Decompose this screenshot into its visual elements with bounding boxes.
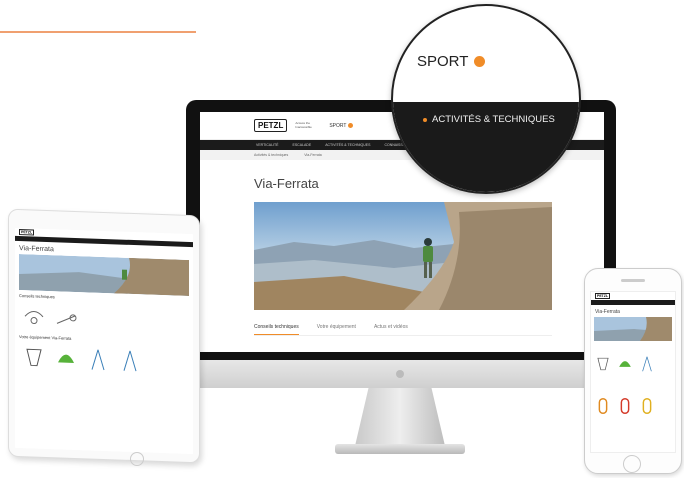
lanyard-icon bbox=[642, 356, 652, 372]
harness-icon bbox=[26, 348, 42, 367]
tab-actus[interactable]: Actus et vidéos bbox=[374, 324, 408, 335]
breadcrumb-item[interactable]: Activités & techniques bbox=[254, 153, 288, 157]
tablet-device: PETZL Via-Ferrata Conseils techniques Vo… bbox=[8, 208, 230, 476]
bullet-icon bbox=[423, 117, 427, 122]
tablet-hero-image bbox=[19, 254, 189, 296]
lanyard-diagram-icon bbox=[24, 311, 44, 325]
harness-icon bbox=[597, 357, 609, 371]
zoom-sport-label: SPORT bbox=[417, 53, 469, 70]
sport-label: SPORT bbox=[329, 122, 347, 129]
accent-divider bbox=[0, 31, 196, 33]
carabiner-icon bbox=[598, 398, 608, 414]
page: PETZL Access the Inaccessible SPORT VERT… bbox=[0, 0, 684, 478]
lanyard-icon bbox=[123, 350, 137, 372]
shock-absorber-diagram-icon bbox=[56, 314, 77, 324]
content-tabs: Conseils techniques Votre équipement Act… bbox=[254, 324, 552, 336]
phone-page-title: Via-Ferrata bbox=[595, 309, 620, 315]
zoom-nav-item-activites[interactable]: ACTIVITÉS & TECHNIQUES bbox=[423, 114, 555, 125]
helmet-icon bbox=[58, 354, 74, 363]
phone-home-button[interactable] bbox=[623, 455, 641, 473]
tab-conseils[interactable]: Conseils techniques bbox=[254, 324, 299, 335]
zoom-nav-label: ACTIVITÉS & TECHNIQUES bbox=[432, 114, 555, 125]
lanyard-icon bbox=[91, 349, 105, 371]
hero-image bbox=[254, 202, 552, 310]
phone-gear-row bbox=[591, 341, 675, 387]
nav-item-activites[interactable]: ACTIVITÉS & TECHNIQUES bbox=[325, 143, 370, 147]
helmet-icon bbox=[619, 361, 631, 367]
imac-stand bbox=[355, 388, 445, 446]
petzl-logo[interactable]: PETZL bbox=[254, 119, 288, 132]
phone-gear-row bbox=[591, 387, 675, 425]
tablet-gear-row bbox=[15, 342, 193, 378]
tablet-frame: PETZL Via-Ferrata Conseils techniques Vo… bbox=[8, 208, 200, 464]
tablet-screen: PETZL Via-Ferrata Conseils techniques Vo… bbox=[15, 227, 193, 455]
zoom-magnifier: SPORT ACTIVITÉS & TECHNIQUES bbox=[391, 4, 581, 194]
tablet-home-button[interactable] bbox=[130, 452, 144, 466]
carabiner-icon bbox=[620, 398, 630, 414]
apple-logo-icon bbox=[396, 370, 404, 378]
zoom-sport-menu[interactable]: SPORT bbox=[417, 53, 486, 70]
imac-stand-base bbox=[335, 444, 465, 454]
sport-dropdown-icon bbox=[474, 56, 486, 67]
nav-item-escalade[interactable]: ESCALADE bbox=[293, 143, 312, 147]
tab-equipement[interactable]: Votre équipement bbox=[317, 324, 356, 335]
petzl-logo[interactable]: PETZL bbox=[595, 293, 611, 299]
breadcrumb-item[interactable]: Via-Ferrata bbox=[304, 153, 321, 157]
phone-speaker bbox=[621, 279, 645, 282]
sport-menu[interactable]: SPORT bbox=[329, 122, 354, 129]
phone-screen: PETZL Via-Ferrata bbox=[590, 291, 676, 453]
phone-header: PETZL bbox=[591, 292, 675, 300]
phone-hero-image bbox=[594, 317, 672, 341]
carabiner-icon bbox=[642, 398, 652, 414]
nav-item-verticalite[interactable]: VERTICALITÉ bbox=[256, 143, 279, 147]
petzl-logo[interactable]: PETZL bbox=[19, 229, 35, 236]
zoom-nav-bar: ACTIVITÉS & TECHNIQUES bbox=[393, 102, 579, 192]
phone-device: PETZL Via-Ferrata bbox=[584, 268, 682, 474]
sport-dropdown-icon bbox=[348, 123, 354, 128]
site-tagline: Access the Inaccessible bbox=[295, 121, 312, 129]
page-title: Via-Ferrata bbox=[254, 176, 319, 191]
